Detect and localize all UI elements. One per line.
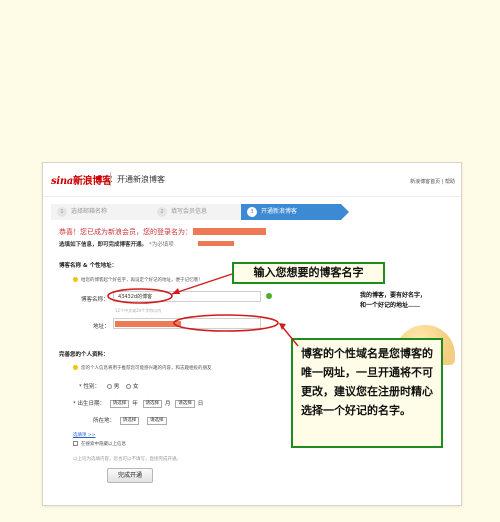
- birth-year-select[interactable]: 请选择: [109, 399, 130, 408]
- gender-female-radio[interactable]: [126, 384, 132, 389]
- char-count-hint: 12个中文或24个字符以内: [115, 308, 162, 313]
- gender-label: * 性别：: [79, 384, 100, 390]
- blog-tip: 给您的博客起个好名字，再设定个好记的地址，便于记忆哦！: [73, 277, 203, 283]
- gender-row: * 性别： 男 女: [79, 382, 139, 390]
- callout-blog-name: 输入您想要的博客名字: [232, 262, 385, 284]
- birth-label: * 出生日期：: [73, 401, 105, 407]
- province-select[interactable]: 请选择: [119, 416, 140, 425]
- gender-male-radio[interactable]: [106, 384, 112, 389]
- step-label: 开通新浪博客: [261, 208, 298, 215]
- step-label: 填写会员信息: [171, 208, 208, 215]
- step-number: 2: [157, 207, 167, 217]
- lightbulb-icon: [73, 365, 78, 370]
- redacted-address: [115, 321, 181, 327]
- top-links[interactable]: 新浪博客首页 | 帮助: [410, 178, 455, 185]
- more-options-link[interactable]: 选填项 >>: [73, 432, 95, 438]
- side-note-line-1: 我的博客，要有好名字，: [360, 292, 427, 299]
- step-2: 2 填写会员信息: [151, 204, 241, 220]
- logo-brand: sina: [51, 176, 73, 187]
- birthdate-row: * 出生日期： 请选择年 请选择月 请选择日: [73, 399, 203, 408]
- header-divider: [110, 172, 111, 186]
- year-unit: 年: [132, 401, 138, 407]
- lightbulb-icon: [73, 277, 78, 282]
- valid-check-icon: [266, 293, 272, 299]
- required-note: *为必填项: [148, 242, 174, 248]
- blog-tip-text: 给您的博客起个好名字，再设定个好记的地址，便于记忆哦！: [81, 278, 203, 283]
- callout-address: 博客的个性域名是您博客的唯一网址，一旦开通将不可更改，建议您在注册时精心选择一个…: [291, 338, 443, 448]
- blog-signup-screenshot: sina新浪博客 开通新浪博客 新浪博客首页 | 帮助 1 选择邮箱名称 2 填写会…: [42, 162, 462, 506]
- congrats-message: 恭喜！您已成为新浪会员，您的登录名为：: [59, 228, 192, 236]
- location-label: 所在地：: [93, 418, 116, 424]
- side-note: 我的博客，要有好名字， 和一个好记的地址……: [360, 291, 426, 311]
- side-note-line-2: 和一个好记的地址……: [360, 302, 421, 309]
- footer-note: 以上均为选填内容，您也可以不填写，直接完成开通。: [73, 457, 181, 462]
- address-label: 地址：: [93, 324, 110, 330]
- blog-name-input[interactable]: [113, 291, 261, 302]
- step-number: 3: [247, 207, 257, 217]
- redacted-login-name: [193, 228, 266, 235]
- fill-hint-text: 选填如下信息，即可完成博客开通。: [59, 242, 148, 248]
- day-unit: 日: [197, 401, 204, 407]
- personal-tip: 您的个人信息将用于推荐您可能感兴趣的内容，和志趣相投的朋友: [73, 365, 212, 371]
- logo-text: 新浪博客: [72, 176, 112, 187]
- gender-male-label: 男: [113, 384, 120, 390]
- blog-name-label: 博客名称：: [81, 297, 109, 303]
- step-1: 1 选择邮箱名称: [51, 204, 151, 220]
- step-label: 选择邮箱名称: [71, 208, 108, 215]
- redacted-hint: [198, 241, 234, 246]
- birth-month-select[interactable]: 请选择: [142, 399, 163, 408]
- header-bar: sina新浪博客 开通新浪博客 新浪博客首页 | 帮助: [43, 163, 461, 197]
- step-number: 1: [57, 207, 67, 217]
- hide-info-checkbox-row[interactable]: 在搜索中隐藏以上信息: [73, 441, 126, 447]
- month-unit: 月: [165, 401, 171, 407]
- checkbox-label: 在搜索中隐藏以上信息: [81, 442, 126, 447]
- sina-logo[interactable]: sina新浪博客: [51, 172, 112, 187]
- blog-section-title: 博客名称 & 个性地址：: [59, 263, 118, 269]
- fill-hint: 选填如下信息，即可完成博客开通。 *为必填项: [59, 240, 174, 248]
- personal-tip-text: 您的个人信息将用于推荐您可能感兴趣的内容，和志趣相投的朋友: [81, 366, 212, 371]
- page-title: 开通新浪博客: [117, 175, 165, 184]
- city-select[interactable]: 请选择: [147, 416, 167, 425]
- hide-info-checkbox[interactable]: [73, 441, 78, 446]
- personal-section-title: 完善您的个人资料：: [59, 352, 109, 358]
- progress-steps: 1 选择邮箱名称 2 填写会员信息 3 开通新浪博客: [51, 204, 371, 220]
- gender-female-label: 女: [133, 384, 139, 390]
- location-row: 所在地： 请选择 请选择: [93, 416, 170, 425]
- birth-day-select[interactable]: 请选择: [175, 399, 195, 408]
- finish-button[interactable]: 完成开通: [107, 468, 153, 483]
- step-3-active: 3 开通新浪博客: [241, 204, 349, 220]
